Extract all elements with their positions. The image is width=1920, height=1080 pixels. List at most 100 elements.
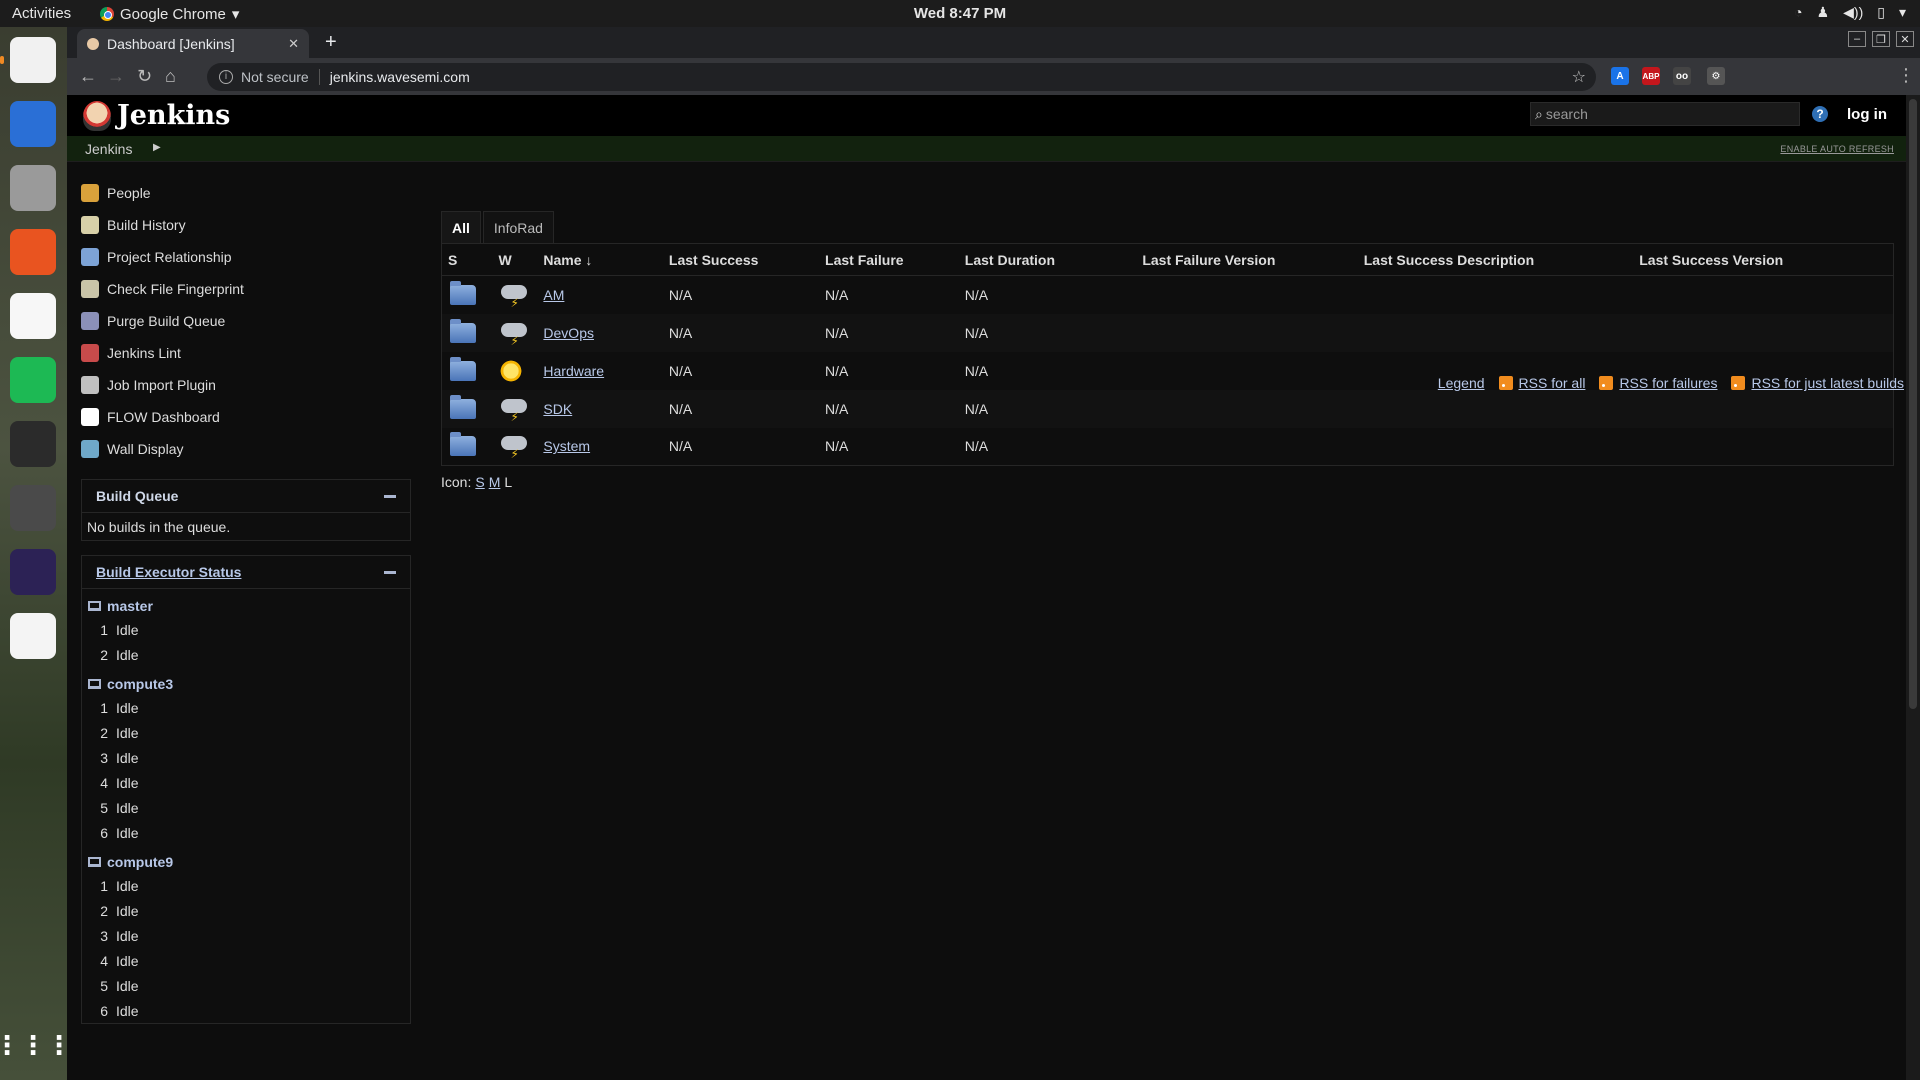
job-link[interactable]: SDK xyxy=(543,401,572,417)
files-icon[interactable] xyxy=(10,165,56,211)
job-link[interactable]: AM xyxy=(543,287,564,303)
sunny-weather-icon xyxy=(498,358,523,383)
help-icon[interactable]: ? xyxy=(1812,106,1828,122)
breadcrumb-arrow-icon[interactable]: ▶ xyxy=(153,142,161,153)
task-link[interactable]: Purge Build Queue xyxy=(81,305,411,337)
task-link[interactable]: Check File Fingerprint xyxy=(81,273,411,305)
column-header[interactable]: W xyxy=(492,243,538,276)
column-header[interactable]: Last Success xyxy=(662,243,820,276)
profile-icon[interactable]: ⚙ xyxy=(1707,67,1725,85)
rss-all-link[interactable]: RSS for all xyxy=(1498,375,1585,391)
bookmark-star-icon[interactable]: ☆ xyxy=(1572,67,1586,87)
amazon-icon[interactable] xyxy=(10,293,56,339)
executor-status-title[interactable]: Build Executor Status xyxy=(96,564,241,580)
icon-size-selector: Icon: S M L xyxy=(441,474,1894,490)
empty-cell xyxy=(1358,276,1634,314)
rss-latest-link[interactable]: RSS for just latest builds xyxy=(1731,375,1904,391)
task-link[interactable]: Wall Display xyxy=(81,433,411,465)
show-apps-icon[interactable]: ⋮⋮⋮ xyxy=(0,1022,72,1068)
node-link[interactable]: compute3 xyxy=(88,673,404,695)
home-icon[interactable]: ⌂ xyxy=(165,66,176,87)
table-row: ⚡ System N/A N/A N/A xyxy=(442,428,1894,466)
executor-status: Idle xyxy=(116,927,139,944)
collapse-icon[interactable] xyxy=(384,570,396,574)
column-header[interactable]: Last Failure xyxy=(819,243,959,276)
security-label[interactable]: Not secure xyxy=(241,69,320,85)
jenkins-logo[interactable]: Jenkins xyxy=(83,100,230,131)
back-icon[interactable]: ← xyxy=(79,66,97,87)
executor-row: 5 Idle xyxy=(88,973,404,998)
job-link[interactable]: Hardware xyxy=(543,363,604,379)
node-link[interactable]: compute9 xyxy=(88,851,404,873)
menu-icon[interactable]: ⋮ xyxy=(1897,65,1915,86)
node-link[interactable]: master xyxy=(88,595,404,617)
extension-icon[interactable]: A xyxy=(1611,67,1629,85)
column-header[interactable]: Last Success Description xyxy=(1357,243,1634,276)
software-icon[interactable] xyxy=(10,229,56,275)
task-link[interactable]: Project Relationship xyxy=(81,241,411,273)
restore-icon[interactable]: ❐ xyxy=(1872,31,1890,47)
executor-node: compute3 1 Idle 2 Idle 3 Idle 4 Idle 5 Idle 6 Idle xyxy=(82,667,410,845)
cell-last-success: N/A xyxy=(662,313,820,352)
view-tab[interactable]: All xyxy=(441,211,481,243)
adblock-plus-icon[interactable]: ABP xyxy=(1642,67,1660,85)
icon-size-s[interactable]: S xyxy=(475,474,484,490)
executor-number: 5 xyxy=(100,977,108,994)
info-icon[interactable]: i xyxy=(219,70,233,84)
executor-row: 6 Idle xyxy=(88,820,404,845)
job-link[interactable]: System xyxy=(543,438,590,454)
rss-failures-link[interactable]: RSS for failures xyxy=(1599,375,1717,391)
column-header[interactable]: Last Duration xyxy=(958,243,1137,276)
page-scrollbar[interactable] xyxy=(1906,95,1920,1080)
address-bar[interactable]: i Not secure jenkins.wavesemi.com ☆ xyxy=(207,63,1596,91)
column-header[interactable]: Last Failure Version xyxy=(1136,243,1358,276)
legend-link[interactable]: Legend xyxy=(1438,375,1485,391)
executor-number: 2 xyxy=(100,902,108,919)
job-link[interactable]: DevOps xyxy=(543,325,594,341)
eclipse-icon[interactable] xyxy=(10,549,56,595)
folder-icon xyxy=(450,432,476,457)
forward-icon[interactable]: → xyxy=(107,66,125,87)
executor-node: compute9 1 Idle 2 Idle 3 Idle 4 Idle 5 Idle 6 Idle xyxy=(82,845,410,1023)
system-tray[interactable]: ◔ ♟ ◀)) ▯ ▾ xyxy=(1794,4,1906,21)
login-link[interactable]: log in xyxy=(1847,106,1887,123)
extension-icon[interactable]: oo xyxy=(1673,67,1691,85)
collapse-icon[interactable] xyxy=(384,494,396,498)
clock[interactable]: Wed 8:47 PM xyxy=(0,5,1920,22)
executor-number: 5 xyxy=(100,799,108,816)
thunderbird-icon[interactable] xyxy=(10,101,56,147)
terminal-icon[interactable] xyxy=(10,421,56,467)
new-tab-button[interactable]: + xyxy=(325,31,337,54)
minimize-icon[interactable]: – xyxy=(1848,31,1866,47)
column-header[interactable]: S xyxy=(441,243,493,276)
enable-auto-refresh-link[interactable]: ENABLE AUTO REFRESH xyxy=(1780,144,1894,154)
icon-size-m[interactable]: M xyxy=(489,474,501,490)
search-input[interactable]: ⌕ search xyxy=(1530,102,1800,126)
storm-weather-icon: ⚡ xyxy=(499,282,529,310)
empty-cell xyxy=(1633,389,1894,428)
task-link[interactable]: Job Import Plugin xyxy=(81,369,411,401)
executor-number: 4 xyxy=(100,952,108,969)
slack-icon[interactable] xyxy=(10,613,56,659)
build-queue-pane: Build Queue No builds in the queue. xyxy=(81,479,411,541)
executor-row: 2 Idle xyxy=(88,898,404,923)
view-tab[interactable]: InfoRad xyxy=(482,211,554,243)
column-header[interactable]: Last Success Version xyxy=(1633,243,1894,276)
reload-icon[interactable]: ↻ xyxy=(137,66,152,87)
task-link[interactable]: Jenkins Lint xyxy=(81,337,411,369)
close-window-icon[interactable]: ✕ xyxy=(1896,31,1914,47)
search-placeholder: search xyxy=(1545,106,1588,122)
task-link[interactable]: People xyxy=(81,177,411,209)
breadcrumb-jenkins[interactable]: Jenkins xyxy=(85,141,132,157)
browser-tab[interactable]: Dashboard [Jenkins] ✕ xyxy=(77,29,309,58)
storm-weather-icon: ⚡ xyxy=(499,433,529,461)
chrome-icon[interactable] xyxy=(10,37,56,83)
url-text[interactable]: jenkins.wavesemi.com xyxy=(330,69,470,85)
task-link[interactable]: Build History xyxy=(81,209,411,241)
close-icon[interactable]: ✕ xyxy=(288,36,299,52)
scrollbar-thumb[interactable] xyxy=(1909,99,1917,709)
column-header[interactable]: Name ↓ xyxy=(537,243,663,276)
task-link[interactable]: FLOW Dashboard xyxy=(81,401,411,433)
sublime-icon[interactable] xyxy=(10,485,56,531)
spotify-icon[interactable] xyxy=(10,357,56,403)
